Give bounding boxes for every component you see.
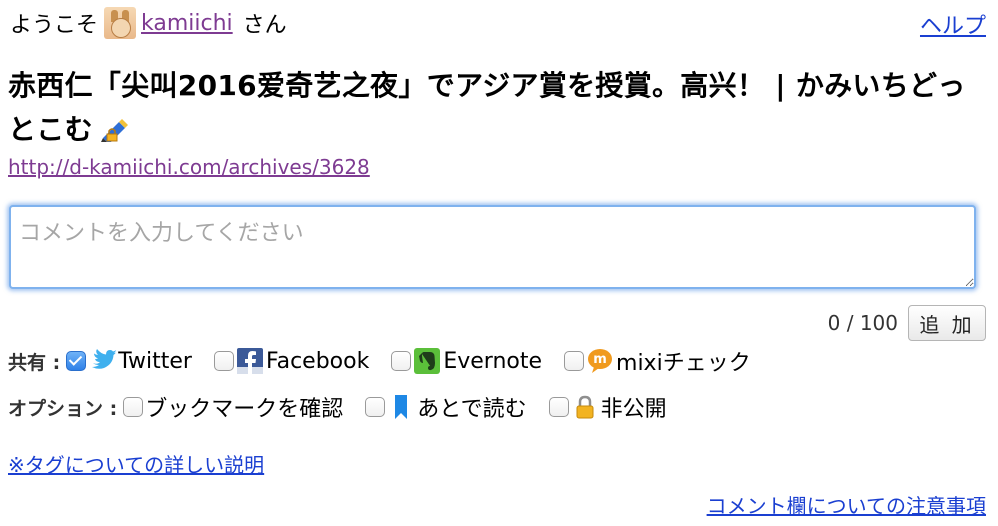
option-confirm-bookmark[interactable]: ブックマークを確認 bbox=[123, 391, 343, 423]
edit-pen-icon[interactable] bbox=[99, 116, 131, 142]
share-twitter-label: Twitter bbox=[118, 348, 192, 374]
option-row: オプション : ブックマークを確認 あとで読む 非公開 bbox=[8, 389, 689, 425]
welcome-suffix: さん bbox=[242, 13, 287, 38]
option-private-checkbox[interactable] bbox=[548, 397, 569, 417]
share-mixi[interactable]: m mixiチェック bbox=[564, 345, 751, 377]
option-confirm-bookmark-checkbox[interactable] bbox=[123, 397, 144, 417]
page-title-text: 赤西仁「尖叫2016爱奇艺之夜」でアジア賞を授賞。高兴！ | かみいちどっとこむ bbox=[8, 69, 966, 146]
option-read-later-label: あとで読む bbox=[417, 397, 527, 422]
share-mixi-label: mixiチェック bbox=[616, 351, 751, 376]
char-count: 0 / 100 bbox=[827, 311, 898, 335]
share-twitter-checkbox[interactable] bbox=[66, 351, 87, 371]
option-private[interactable]: 非公開 bbox=[548, 391, 667, 423]
share-evernote-checkbox[interactable] bbox=[391, 351, 412, 371]
svg-text:m: m bbox=[593, 352, 607, 367]
option-private-label: 非公開 bbox=[600, 397, 667, 422]
help-link[interactable]: ヘルプ bbox=[920, 8, 986, 40]
comment-notes-link[interactable]: コメント欄についての注意事項 bbox=[707, 490, 986, 519]
welcome-prefix: ようこそ bbox=[10, 13, 99, 38]
page-title: 赤西仁「尖叫2016爱奇艺之夜」でアジア賞を授賞。高兴！ | かみいちどっとこむ bbox=[8, 64, 983, 152]
bookmark-ribbon-icon bbox=[395, 395, 408, 419]
add-button[interactable]: 追 加 bbox=[908, 305, 986, 341]
share-evernote-label: Evernote bbox=[443, 348, 543, 374]
mixi-icon: m bbox=[588, 349, 613, 373]
lock-icon bbox=[576, 395, 594, 419]
share-mixi-checkbox[interactable] bbox=[564, 351, 585, 371]
share-label: 共有 : bbox=[8, 351, 61, 374]
user-avatar[interactable] bbox=[104, 7, 137, 39]
facebook-icon bbox=[236, 348, 263, 374]
evernote-icon bbox=[414, 348, 441, 374]
share-facebook-checkbox[interactable] bbox=[213, 351, 234, 371]
option-read-later-checkbox[interactable] bbox=[365, 397, 386, 417]
share-twitter[interactable]: Twitter bbox=[66, 347, 192, 375]
share-row: 共有 : Twitter Facebook Evernote m mixiチェッ… bbox=[8, 343, 773, 379]
welcome-row: ようこそ kamiichi さん bbox=[10, 6, 287, 40]
username-link[interactable]: kamiichi bbox=[141, 11, 233, 36]
entry-url-link[interactable]: http://d-kamiichi.com/archives/3628 bbox=[8, 155, 370, 179]
option-label: オプション : bbox=[8, 397, 118, 420]
option-read-later[interactable]: あとで読む bbox=[365, 391, 527, 423]
share-facebook-label: Facebook bbox=[265, 348, 370, 374]
twitter-bird-icon bbox=[92, 349, 117, 369]
comment-textarea[interactable] bbox=[9, 205, 976, 289]
option-confirm-bookmark-label: ブックマークを確認 bbox=[145, 397, 344, 422]
share-facebook[interactable]: Facebook bbox=[213, 347, 370, 375]
share-evernote[interactable]: Evernote bbox=[391, 347, 542, 375]
tag-help-link[interactable]: ※タグについての詳しい説明 bbox=[8, 449, 264, 478]
